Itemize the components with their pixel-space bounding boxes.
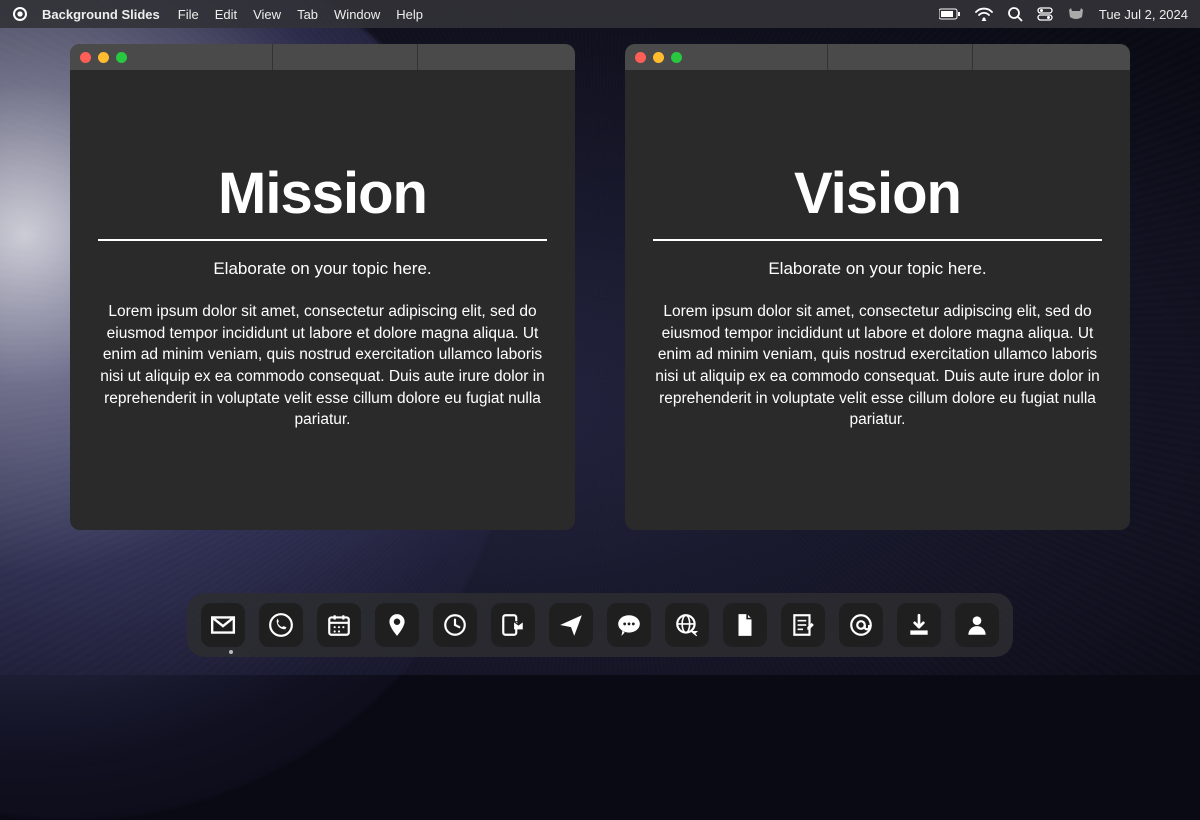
card-mission: Mission Elaborate on your topic here. Lo…	[70, 44, 575, 530]
tab-separators	[127, 44, 565, 70]
cards-container: Mission Elaborate on your topic here. Lo…	[0, 28, 1200, 530]
card-divider	[653, 239, 1102, 241]
download-icon[interactable]	[897, 603, 941, 647]
menubar-date[interactable]: Tue Jul 2, 2024	[1099, 7, 1188, 22]
note-icon[interactable]	[781, 603, 825, 647]
battery-icon[interactable]	[939, 8, 961, 20]
close-icon[interactable]	[635, 52, 646, 63]
wifi-icon[interactable]	[975, 7, 993, 21]
card-title: Vision	[653, 160, 1102, 227]
card-subtitle: Elaborate on your topic here.	[653, 259, 1102, 279]
dock	[187, 593, 1013, 657]
card-subtitle: Elaborate on your topic here.	[98, 259, 547, 279]
menu-window[interactable]: Window	[334, 7, 380, 22]
phone-icon[interactable]	[259, 603, 303, 647]
minimize-icon[interactable]	[98, 52, 109, 63]
maximize-icon[interactable]	[671, 52, 682, 63]
app-name: Background Slides	[42, 7, 160, 22]
card-titlebar	[70, 44, 575, 70]
traffic-lights	[635, 52, 682, 63]
card-body: Vision Elaborate on your topic here. Lor…	[625, 70, 1130, 530]
menu-help[interactable]: Help	[396, 7, 423, 22]
menubar: Background Slides File Edit View Tab Win…	[0, 0, 1200, 28]
tab-separators	[682, 44, 1120, 70]
person-icon[interactable]	[955, 603, 999, 647]
mail-icon[interactable]	[201, 603, 245, 647]
card-titlebar	[625, 44, 1130, 70]
card-divider	[98, 239, 547, 241]
dock-indicator	[229, 650, 233, 654]
app-logo-icon	[12, 6, 28, 22]
location-icon[interactable]	[375, 603, 419, 647]
chat-icon[interactable]	[607, 603, 651, 647]
search-icon[interactable]	[1007, 6, 1023, 22]
card-paragraph: Lorem ipsum dolor sit amet, consectetur …	[98, 301, 547, 431]
device-mail-icon[interactable]	[491, 603, 535, 647]
control-center-icon[interactable]	[1037, 7, 1053, 21]
card-body: Mission Elaborate on your topic here. Lo…	[70, 70, 575, 530]
document-icon[interactable]	[723, 603, 767, 647]
card-vision: Vision Elaborate on your topic here. Lor…	[625, 44, 1130, 530]
send-icon[interactable]	[549, 603, 593, 647]
traffic-lights	[80, 52, 127, 63]
menu-view[interactable]: View	[253, 7, 281, 22]
at-icon[interactable]	[839, 603, 883, 647]
card-title: Mission	[98, 160, 547, 227]
minimize-icon[interactable]	[653, 52, 664, 63]
close-icon[interactable]	[80, 52, 91, 63]
globe-icon[interactable]	[665, 603, 709, 647]
card-paragraph: Lorem ipsum dolor sit amet, consectetur …	[653, 301, 1102, 431]
clock-icon[interactable]	[433, 603, 477, 647]
calendar-icon[interactable]	[317, 603, 361, 647]
menu-file[interactable]: File	[178, 7, 199, 22]
cat-icon[interactable]	[1067, 7, 1085, 21]
menu-edit[interactable]: Edit	[215, 7, 237, 22]
maximize-icon[interactable]	[116, 52, 127, 63]
menu-tab[interactable]: Tab	[297, 7, 318, 22]
